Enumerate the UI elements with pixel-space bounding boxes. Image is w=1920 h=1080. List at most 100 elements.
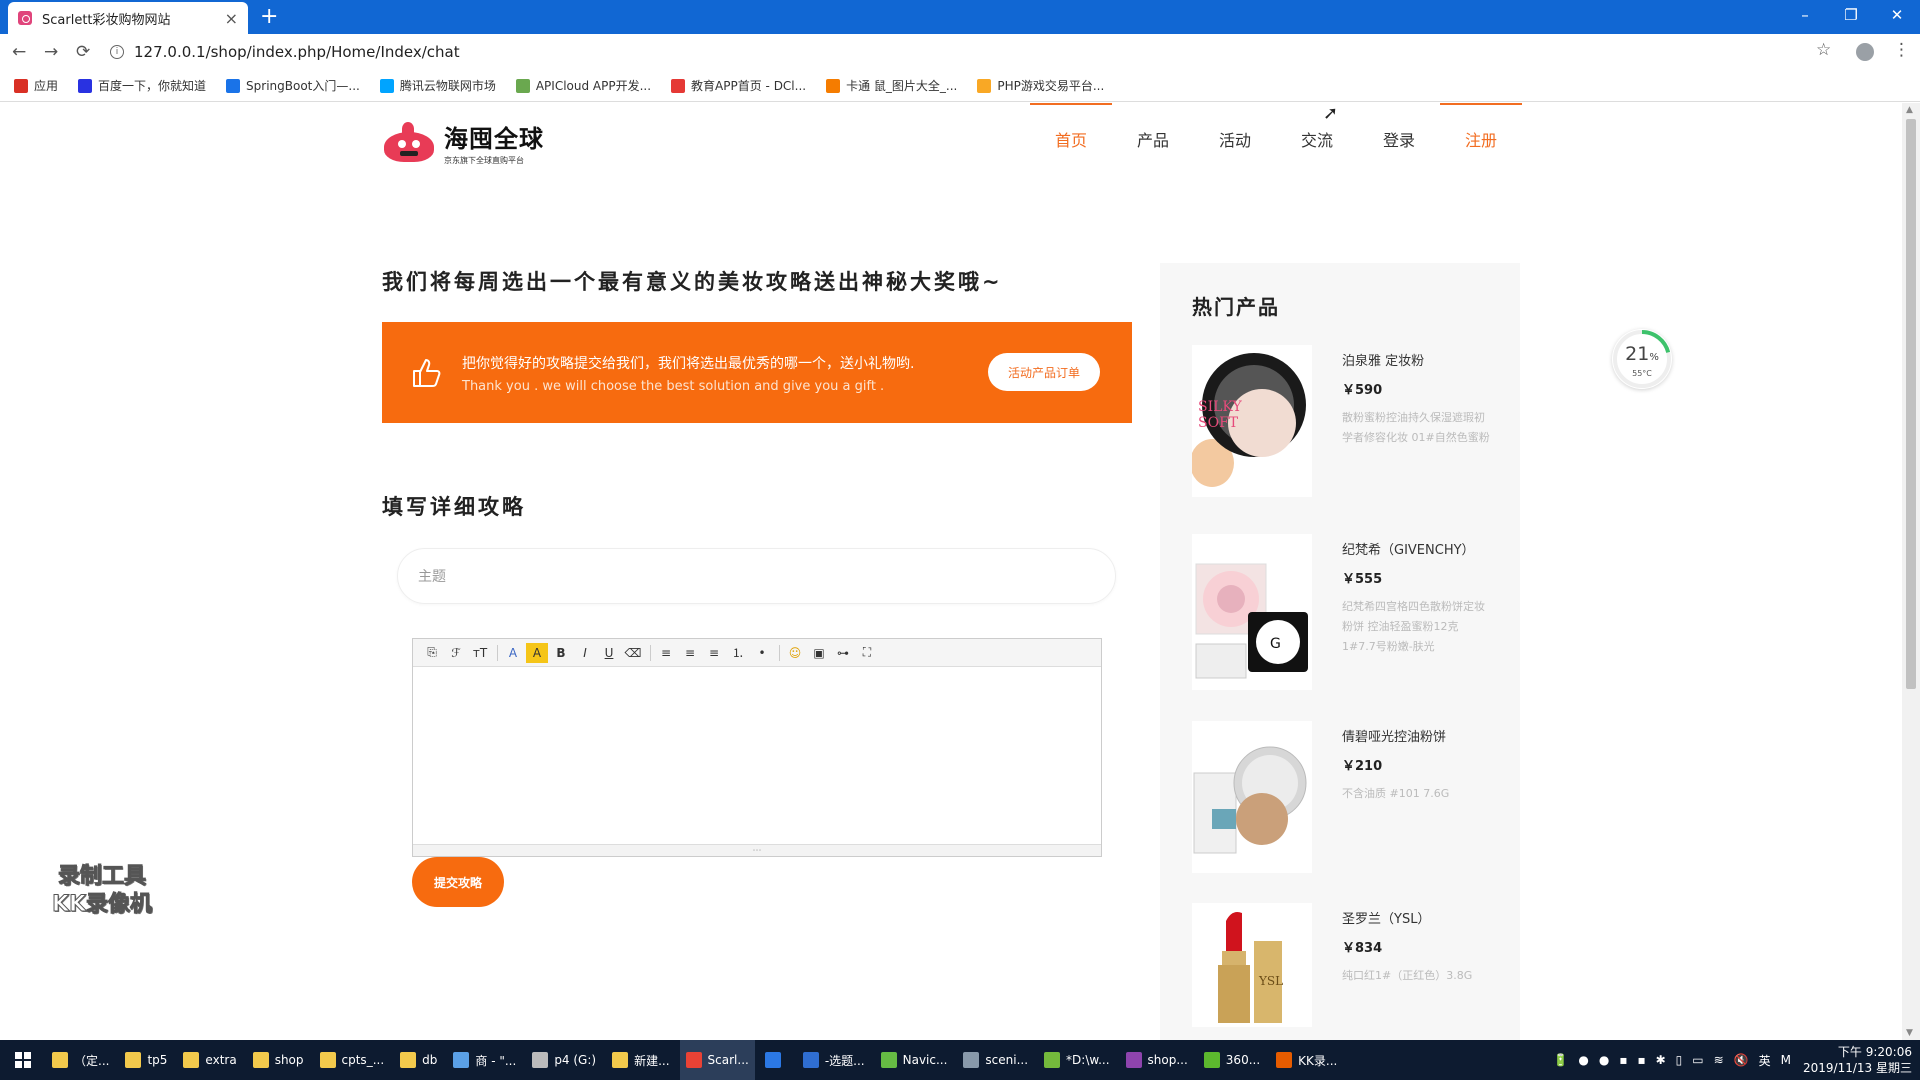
taskbar-app[interactable]: 商 - "... xyxy=(447,1040,522,1080)
bookmark-baidu[interactable]: 百度一下，你就知道 xyxy=(78,77,206,94)
bold-icon[interactable]: B xyxy=(550,643,572,663)
taskbar-app[interactable]: *D:\w... xyxy=(1038,1040,1115,1080)
tray-icon[interactable]: 🔋 xyxy=(1553,1053,1568,1067)
taskbar-app[interactable]: shop... xyxy=(1120,1040,1194,1080)
taskbar-app[interactable]: shop xyxy=(247,1040,310,1080)
underline-icon[interactable]: U xyxy=(598,643,620,663)
site-info-icon[interactable]: i xyxy=(110,45,124,59)
editor-resize-handle[interactable]: ⋯ xyxy=(413,844,1101,856)
restore-button[interactable]: ❐ xyxy=(1828,0,1874,30)
page-scrollbar[interactable]: ▲ ▼ xyxy=(1902,103,1920,1040)
product-image[interactable] xyxy=(1192,721,1312,873)
align-right-icon[interactable]: ≡ xyxy=(703,643,725,663)
new-tab-button[interactable]: + xyxy=(260,4,278,29)
align-center-icon[interactable]: ≡ xyxy=(679,643,701,663)
taskbar-app[interactable]: cpts_... xyxy=(314,1040,391,1080)
font-color-icon[interactable]: A xyxy=(502,643,524,663)
nav-register[interactable]: 注册 xyxy=(1440,103,1522,175)
nav-activities[interactable]: 活动 xyxy=(1194,103,1276,175)
tray-icon[interactable]: ▪ xyxy=(1637,1053,1645,1067)
bookmark-edu-app[interactable]: 教育APP首页 - DCl... xyxy=(671,77,806,94)
subject-input[interactable]: 主题 xyxy=(397,548,1116,604)
close-window-button[interactable]: ✕ xyxy=(1874,0,1920,30)
minimize-button[interactable]: – xyxy=(1782,0,1828,30)
product-name[interactable]: 纪梵希（GIVENCHY） xyxy=(1342,542,1492,560)
taskbar-app[interactable] xyxy=(759,1040,793,1080)
link-icon[interactable]: ⊶ xyxy=(832,643,854,663)
bookmark-cartoon[interactable]: 卡通 鼠_图片大全_... xyxy=(826,77,957,94)
font-family-icon[interactable]: ℱ xyxy=(445,643,467,663)
scrollbar-thumb[interactable] xyxy=(1906,119,1916,689)
taskbar-app[interactable]: tp5 xyxy=(119,1040,173,1080)
nav-home[interactable]: 首页 xyxy=(1030,103,1112,175)
product-image[interactable]: SILKY SOFT xyxy=(1192,345,1312,497)
back-button[interactable]: ← xyxy=(12,42,26,62)
nav-login[interactable]: 登录 xyxy=(1358,103,1440,175)
thumbs-up-icon xyxy=(413,359,441,387)
align-left-icon[interactable]: ≡ xyxy=(655,643,677,663)
nav-products[interactable]: 产品 xyxy=(1112,103,1194,175)
tray-icon[interactable]: 英 xyxy=(1759,1052,1771,1069)
tab-close-icon[interactable]: × xyxy=(225,9,238,28)
submit-strategy-button[interactable]: 提交攻略 xyxy=(412,857,504,907)
product-name[interactable]: 泊泉雅 定妆粉 xyxy=(1342,353,1492,371)
app-icon xyxy=(612,1052,629,1068)
bookmark-tencent-iot[interactable]: 腾讯云物联网市场 xyxy=(379,77,496,94)
system-clock[interactable]: 下午 9:20:06 2019/11/13 星期三 xyxy=(1803,1044,1912,1076)
bookmark-apicloud[interactable]: APICloud APP开发... xyxy=(515,77,651,94)
activity-orders-button[interactable]: 活动产品订单 xyxy=(988,353,1100,391)
source-icon[interactable]: ⎘ xyxy=(421,643,443,663)
tray-icon[interactable]: ▭ xyxy=(1692,1053,1703,1067)
bookmark-php-game[interactable]: PHP游戏交易平台... xyxy=(977,77,1104,94)
reload-button[interactable]: ⟳ xyxy=(76,42,90,62)
tray-icon[interactable]: ✱ xyxy=(1656,1053,1666,1067)
forward-button[interactable]: → xyxy=(44,42,58,62)
product-name[interactable]: 圣罗兰（YSL） xyxy=(1342,911,1492,929)
tray-icon[interactable]: ● xyxy=(1578,1053,1588,1067)
bullet-list-icon[interactable]: • xyxy=(751,643,773,663)
tray-icon[interactable]: ● xyxy=(1599,1053,1609,1067)
fullscreen-icon[interactable]: ⛶ xyxy=(856,643,878,663)
address-url: 127.0.0.1/shop/index.php/Home/Index/chat xyxy=(134,43,460,61)
taskbar-app[interactable]: p4 (G:) xyxy=(526,1040,602,1080)
browser-tab[interactable]: Scarlett彩妆购物网站 × xyxy=(8,2,248,34)
tray-icon[interactable]: 🔇 xyxy=(1734,1053,1749,1067)
highlight-color-icon[interactable]: A xyxy=(526,642,548,663)
emoticon-icon[interactable]: ☺ xyxy=(784,643,806,663)
product-name[interactable]: 倩碧哑光控油粉饼 xyxy=(1342,729,1492,747)
tray-icon[interactable]: ≋ xyxy=(1714,1053,1724,1067)
taskbar-app[interactable]: 360... xyxy=(1198,1040,1266,1080)
browser-menu-icon[interactable]: ⋮ xyxy=(1893,40,1910,60)
bookmark-star-icon[interactable]: ☆ xyxy=(1816,40,1831,60)
taskbar-app[interactable]: Scarl... xyxy=(679,1040,755,1080)
image-icon[interactable]: ▣ xyxy=(808,643,830,663)
speed-ball-widget[interactable]: 21% 55°C xyxy=(1612,329,1672,389)
scroll-up-icon[interactable]: ▲ xyxy=(1906,105,1913,115)
editor-content-area[interactable] xyxy=(413,667,1101,845)
nav-exchange[interactable]: 交流 xyxy=(1276,103,1358,175)
address-bar[interactable]: i 127.0.0.1/shop/index.php/Home/Index/ch… xyxy=(110,37,1820,67)
tray-icon[interactable]: ▪ xyxy=(1619,1053,1627,1067)
eraser-icon[interactable]: ⌫ xyxy=(622,643,644,663)
site-logo[interactable]: 海囤全球 京东旗下全球直购平台 xyxy=(382,119,544,166)
taskbar-app[interactable]: （定... xyxy=(46,1040,115,1080)
bookmark-apps[interactable]: 应用 xyxy=(14,77,58,94)
taskbar-app[interactable]: sceni... xyxy=(957,1040,1034,1080)
bookmark-springboot[interactable]: SpringBoot入门—... xyxy=(226,77,360,94)
tray-icon[interactable]: M xyxy=(1781,1053,1791,1067)
scroll-down-icon[interactable]: ▼ xyxy=(1906,1028,1913,1038)
product-image[interactable]: YSL xyxy=(1192,903,1312,1027)
profile-avatar[interactable] xyxy=(1856,43,1874,61)
font-size-icon[interactable]: тT xyxy=(469,643,491,663)
start-button[interactable] xyxy=(0,1040,46,1080)
taskbar-app[interactable]: KK录... xyxy=(1270,1040,1343,1080)
ordered-list-icon[interactable]: ⒈ xyxy=(727,643,749,663)
taskbar-app[interactable]: Navic... xyxy=(875,1040,954,1080)
italic-icon[interactable]: I xyxy=(574,643,596,663)
product-image[interactable]: G xyxy=(1192,534,1312,690)
taskbar-app[interactable]: db xyxy=(394,1040,443,1080)
taskbar-app[interactable]: 新建... xyxy=(606,1040,675,1080)
tray-icon[interactable]: ▯ xyxy=(1676,1053,1683,1067)
taskbar-app[interactable]: extra xyxy=(177,1040,242,1080)
taskbar-app[interactable]: -选题... xyxy=(797,1040,871,1080)
